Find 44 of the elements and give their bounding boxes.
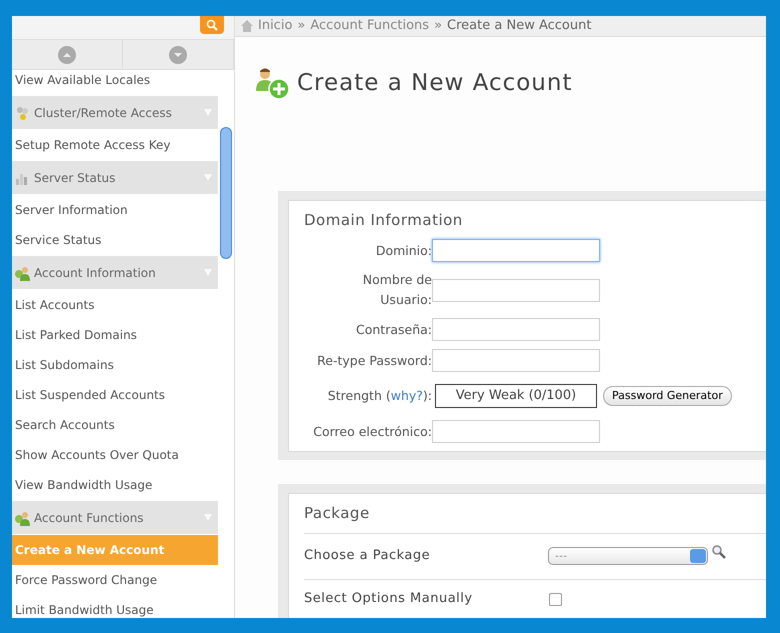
field-label: Nombre de Usuario:: [362, 271, 432, 309]
select-value: ---: [555, 550, 568, 564]
field-label: Contraseña:: [355, 320, 432, 338]
field-label: Select Options Manually: [304, 590, 473, 608]
input-field[interactable]: [432, 239, 600, 262]
users-icon: [14, 510, 30, 526]
password-generator-button[interactable]: Password Generator: [603, 386, 732, 406]
sidebar-section-header[interactable]: Account Information: [12, 256, 218, 289]
users-icon: [14, 264, 30, 280]
scroll-up-icon[interactable]: [58, 46, 76, 64]
page-title: Create a New Account: [297, 70, 572, 98]
field-label: Re-type Password:: [316, 352, 432, 370]
scroll-down-icon[interactable]: [169, 46, 187, 64]
network-icon: [14, 104, 30, 120]
input-field[interactable]: [432, 278, 600, 302]
search-icon[interactable]: [711, 544, 728, 560]
sidebar-section-header[interactable]: Account Functions: [12, 501, 218, 534]
section-title: Account Information: [34, 264, 157, 282]
section-title: Server Status: [34, 170, 116, 186]
scrollbar-thumb[interactable]: [220, 127, 232, 259]
sidebar-section-header[interactable]: Server Status: [12, 161, 218, 194]
breadcrumb-current: Create a New Account: [447, 17, 592, 35]
strength-label: Strength (why?):: [326, 387, 432, 405]
field-label: Choose a Package: [304, 547, 430, 566]
section-title: Cluster/Remote Access: [34, 104, 173, 122]
search-icon: [206, 19, 218, 31]
input-field[interactable]: [432, 420, 600, 443]
breadcrumb-separator: »: [434, 17, 442, 35]
input-field[interactable]: [432, 349, 600, 372]
breadcrumb-separator: »: [297, 17, 306, 35]
field-label: Correo electrónico:: [312, 422, 432, 440]
strength-meter: Very Weak (0/100): [435, 384, 597, 408]
section-title: Account Functions: [34, 510, 145, 526]
section-title: Domain Information: [304, 210, 464, 230]
add-user-icon: [255, 66, 291, 100]
input-field[interactable]: [432, 318, 600, 341]
search-button[interactable]: [200, 16, 224, 34]
why-link[interactable]: why?: [390, 388, 423, 403]
select-arrows-icon: [690, 549, 706, 563]
sidebar-section-header[interactable]: Cluster/Remote Access: [12, 96, 218, 129]
checkbox[interactable]: [548, 592, 562, 606]
home-icon: [241, 20, 253, 32]
field-label: Dominio:: [374, 242, 432, 260]
section-title: Package: [304, 503, 371, 524]
